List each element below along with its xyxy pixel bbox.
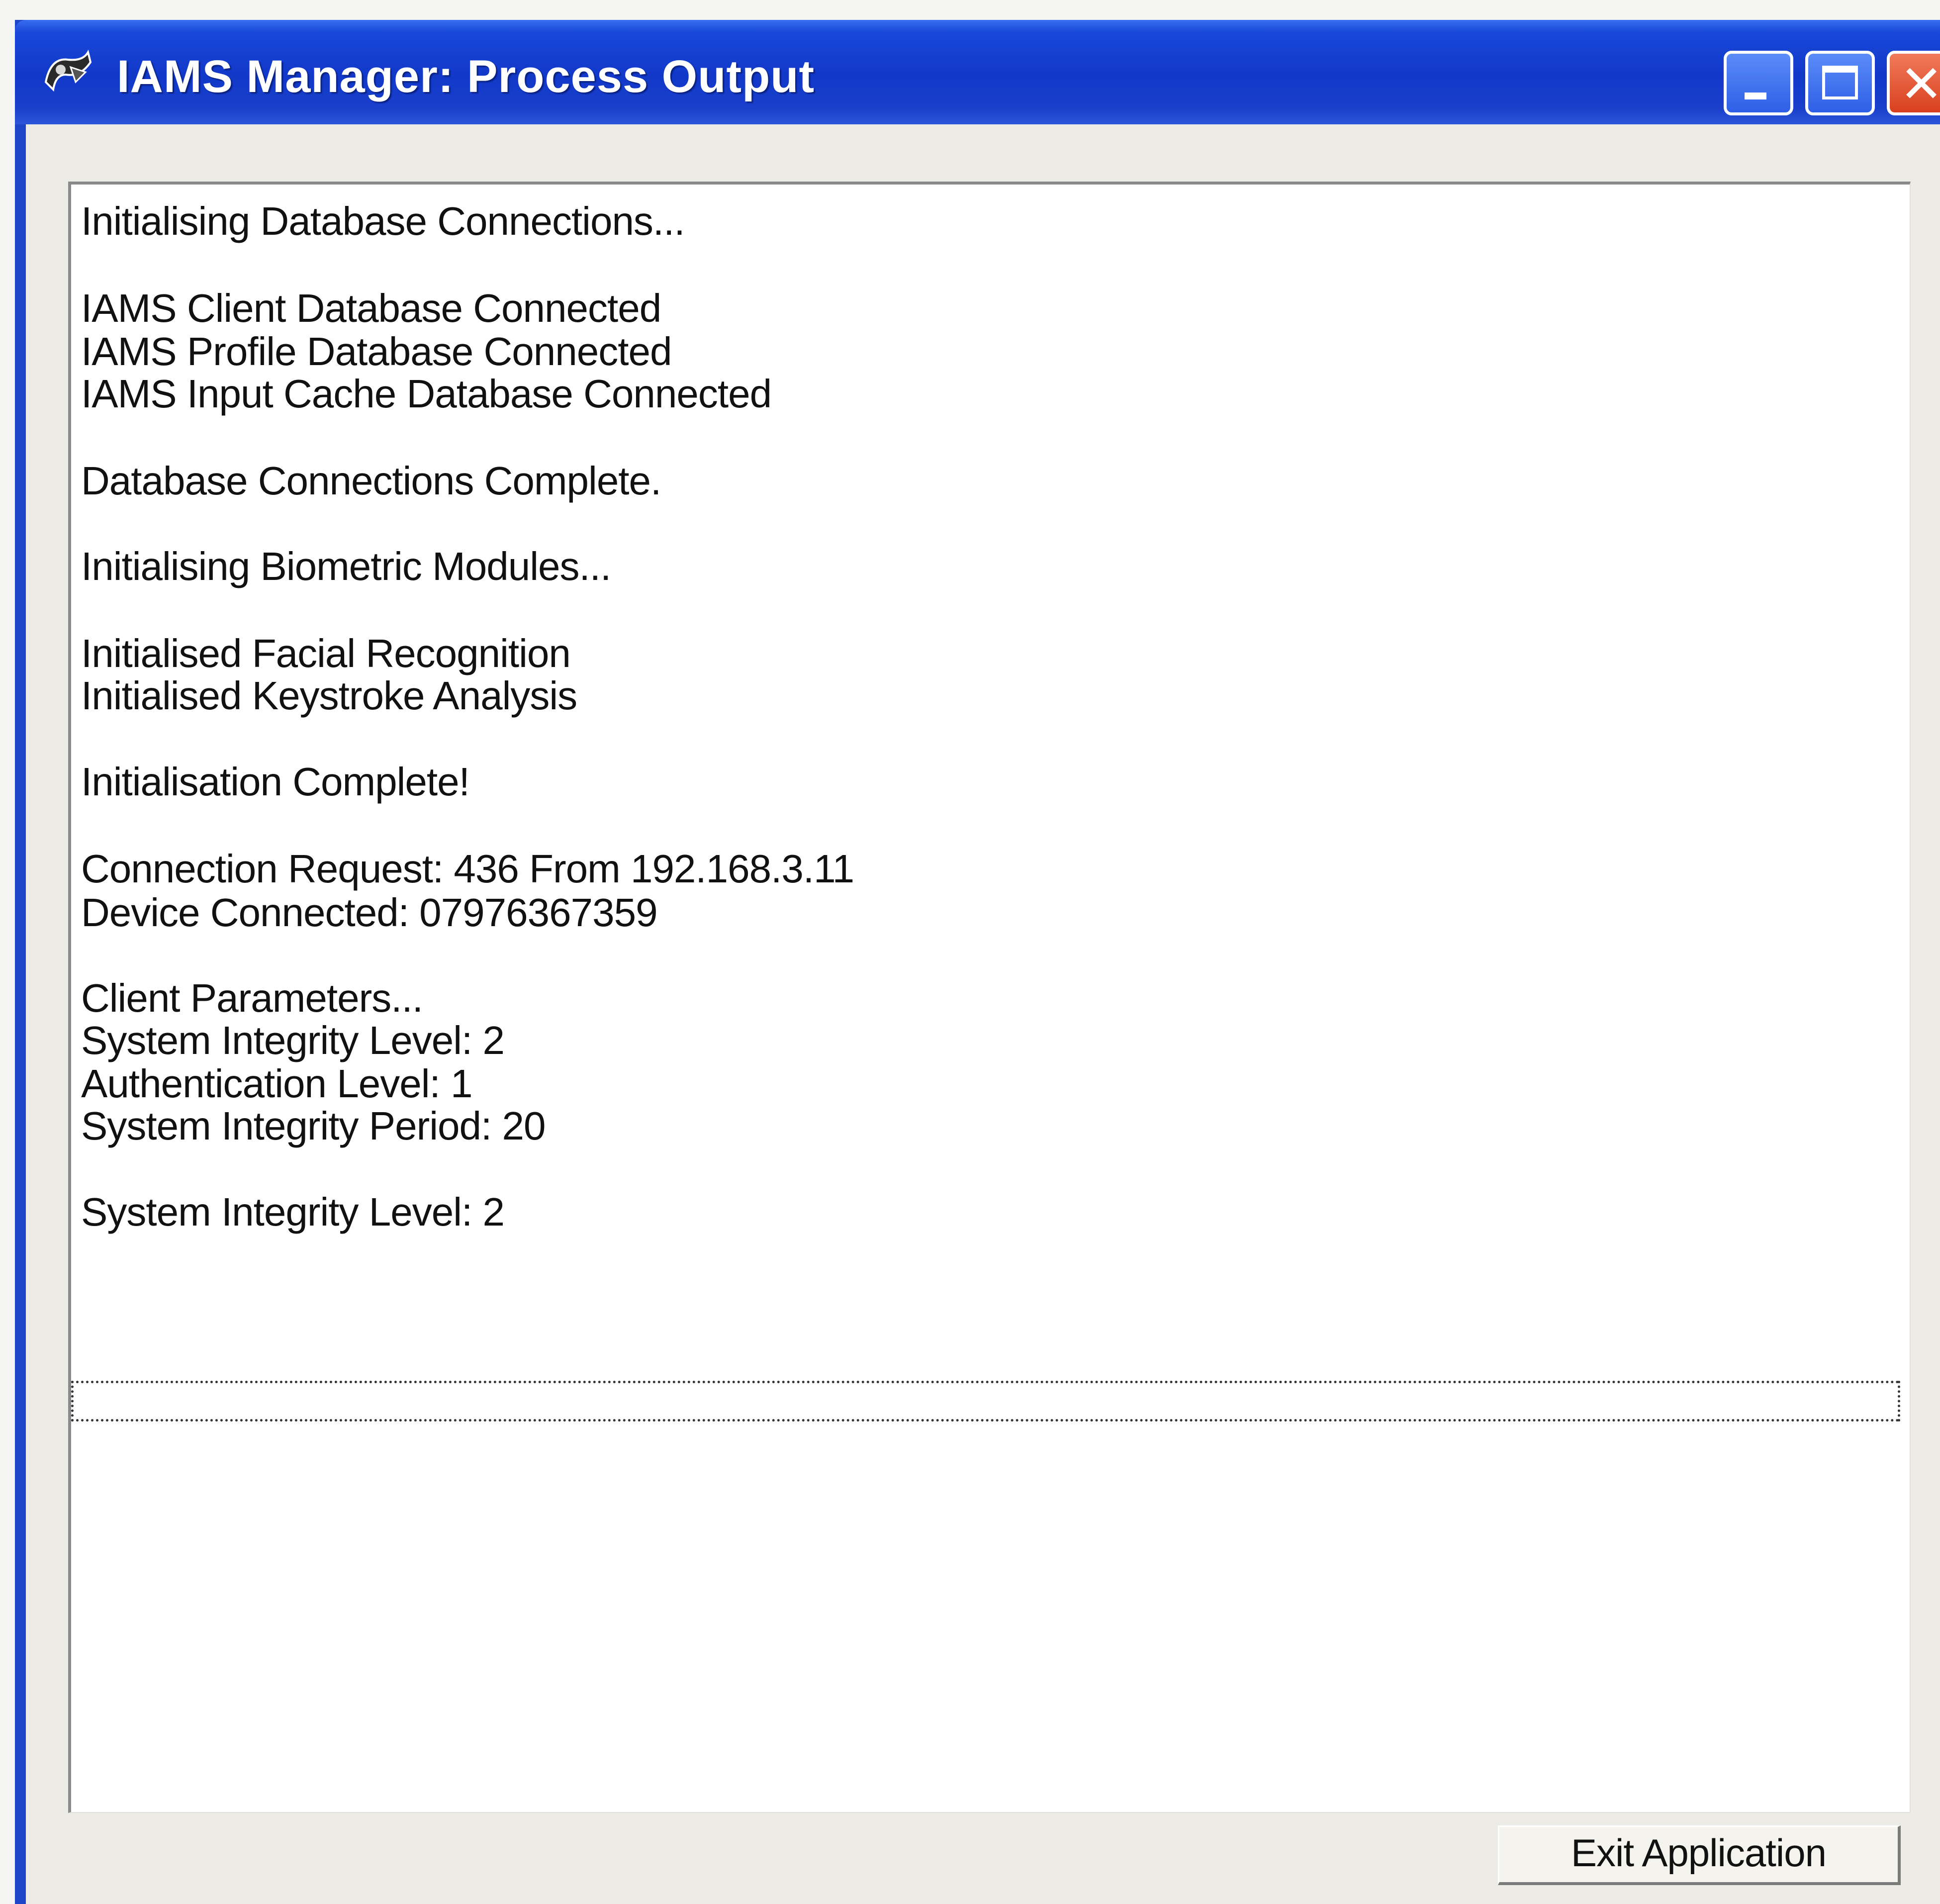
output-line: Client Parameters... (81, 976, 423, 1020)
output-line: Connection Request: 436 From 192.168.3.1… (81, 847, 854, 891)
maximize-icon (1822, 66, 1858, 99)
window-title: IAMS Manager: Process Output (117, 51, 815, 102)
output-line: Initialised Keystroke Analysis (81, 673, 577, 718)
app-icon (44, 49, 92, 92)
title-bar[interactable]: IAMS Manager: Process Output ✕ (15, 20, 1940, 124)
output-line: Initialisation Complete! (81, 760, 470, 804)
minimize-icon (1745, 93, 1766, 99)
output-line: Database Connections Complete. (81, 459, 661, 503)
output-line: Authentication Level: 1 (81, 1061, 472, 1106)
close-button[interactable]: ✕ (1887, 51, 1940, 115)
exit-application-button[interactable]: Exit Application (1498, 1825, 1901, 1885)
output-line: Initialising Database Connections... (81, 199, 685, 243)
output-line: IAMS Input Cache Database Connected (81, 372, 772, 416)
screen-background: IAMS Manager: Process Output ✕ Initialis… (0, 0, 1940, 1904)
output-line: Initialised Facial Recognition (81, 631, 571, 675)
process-output-list[interactable]: Initialising Database Connections... IAM… (68, 182, 1911, 1813)
output-line: Device Connected: 07976367359 (81, 890, 658, 935)
output-line: System Integrity Period: 20 (81, 1104, 546, 1148)
minimize-button[interactable] (1724, 51, 1793, 115)
output-line: System Integrity Level: 2 (81, 1018, 505, 1062)
process-output-window: IAMS Manager: Process Output ✕ Initialis… (15, 20, 1940, 1904)
close-icon: ✕ (1900, 56, 1940, 113)
output-line: IAMS Profile Database Connected (81, 329, 672, 374)
output-line: IAMS Client Database Connected (81, 286, 661, 330)
maximize-button[interactable] (1805, 51, 1875, 115)
output-line: System Integrity Level: 2 (81, 1190, 505, 1234)
selected-list-row[interactable] (71, 1381, 1900, 1422)
output-line: Initialising Biometric Modules... (81, 544, 611, 588)
